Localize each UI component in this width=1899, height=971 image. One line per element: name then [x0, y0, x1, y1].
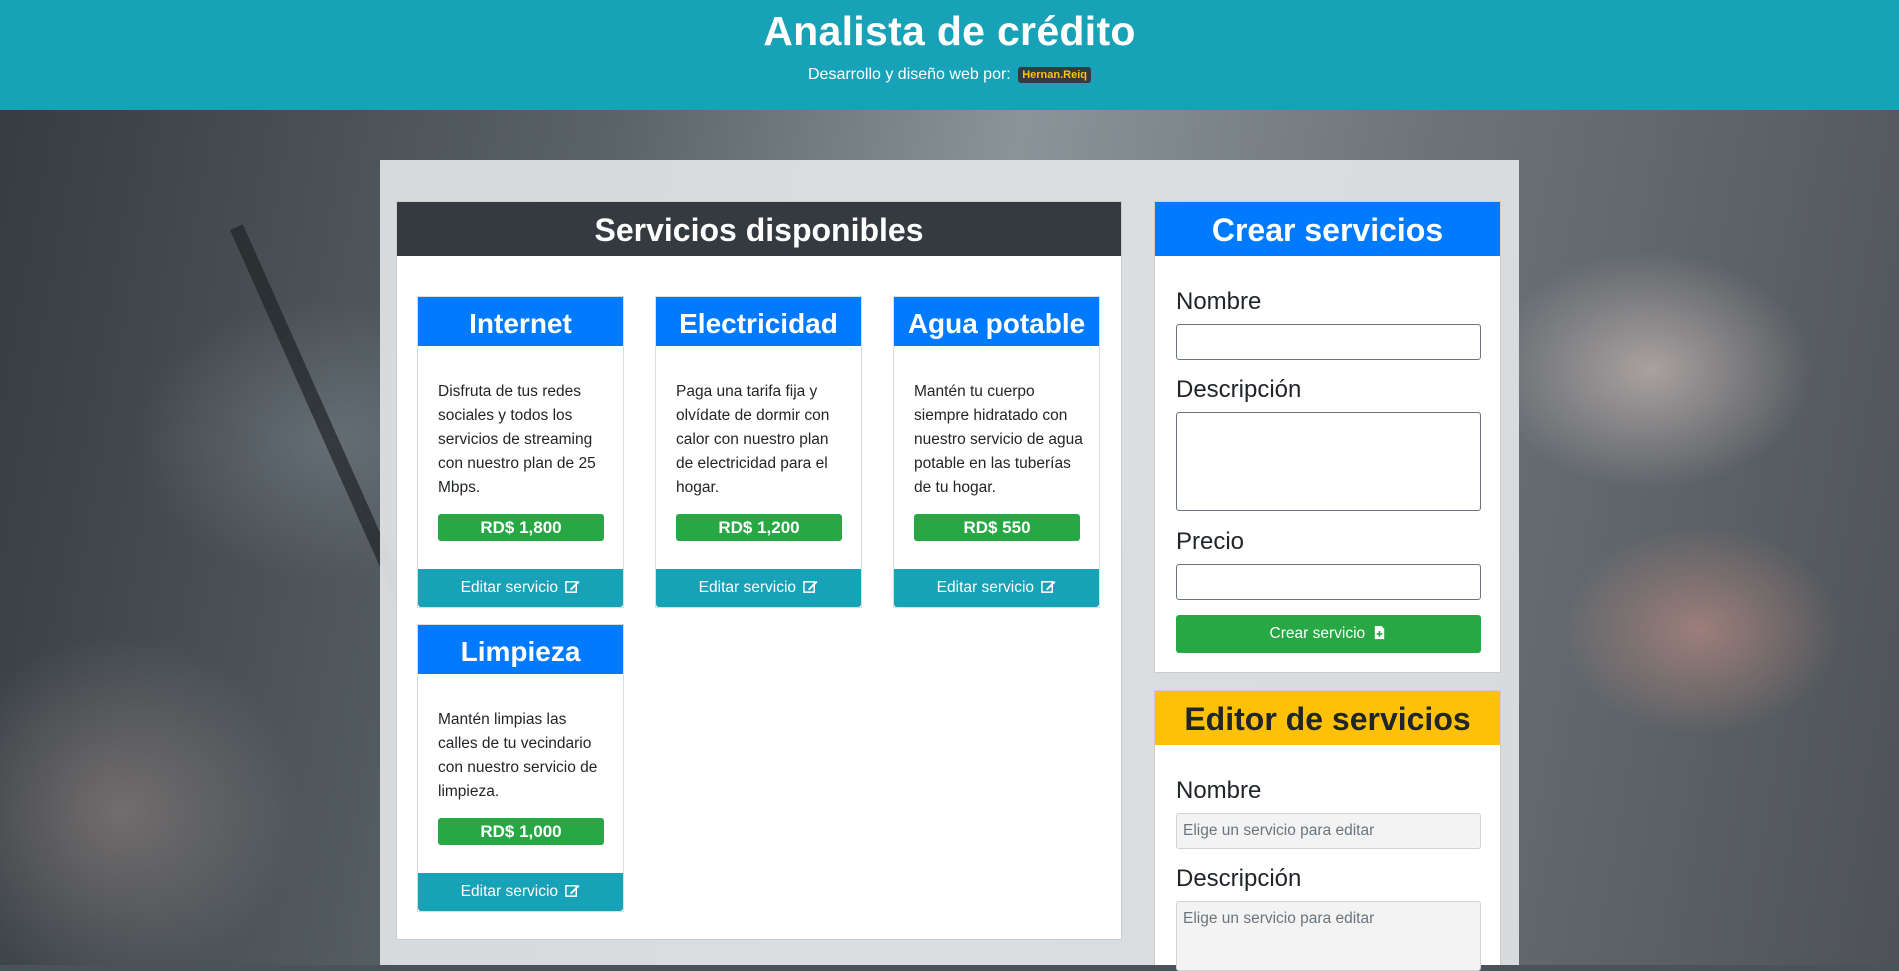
service-card-agua-potable: Agua potable Mantén tu cuerpo siempre hi…	[893, 296, 1100, 608]
credit-line: Desarrollo y diseño web por: Hernan.Reiq	[0, 66, 1899, 84]
service-description: Mantén tu cuerpo siempre hidratado con n…	[914, 383, 1083, 496]
editor-description-textarea[interactable]: Elige un servicio para editar	[1176, 901, 1481, 971]
edit-icon	[565, 580, 580, 593]
create-service-card: Crear servicios Nombre Descripción Preci…	[1154, 201, 1501, 673]
service-title: Electricidad	[656, 297, 861, 346]
editor-name-input[interactable]: Elige un servicio para editar	[1176, 813, 1481, 849]
create-service-label: Crear servicio	[1269, 625, 1366, 642]
service-description: Disfruta de tus redes sociales y todos l…	[438, 383, 596, 496]
service-title: Agua potable	[894, 297, 1099, 346]
create-service-title: Crear servicios	[1155, 202, 1500, 256]
edit-service-button[interactable]: Editar servicio	[418, 873, 623, 911]
editor-service-title: Editor de servicios	[1155, 691, 1500, 745]
service-card-internet: Internet Disfruta de tus redes sociales …	[417, 296, 624, 608]
service-price-badge: RD$ 1,000	[438, 818, 604, 845]
services-panel-title: Servicios disponibles	[397, 202, 1121, 256]
edit-service-label: Editar servicio	[698, 579, 797, 596]
description-label: Descripción	[1176, 376, 1302, 403]
name-label: Nombre	[1176, 288, 1262, 315]
edit-icon	[565, 884, 580, 897]
editor-description-label: Descripción	[1176, 865, 1302, 892]
description-textarea[interactable]	[1176, 412, 1481, 511]
edit-icon	[1041, 580, 1056, 593]
edit-service-label: Editar servicio	[936, 579, 1035, 596]
edit-service-label: Editar servicio	[460, 579, 559, 596]
service-price-badge: RD$ 1,800	[438, 514, 604, 541]
services-panel: Servicios disponibles Internet Disfruta …	[396, 201, 1122, 940]
main-container: Servicios disponibles Internet Disfruta …	[380, 160, 1519, 971]
edit-service-button[interactable]: Editar servicio	[894, 569, 1099, 607]
edit-service-label: Editar servicio	[460, 883, 559, 900]
name-input[interactable]	[1176, 324, 1481, 360]
edit-icon	[803, 580, 818, 593]
service-card-limpieza: Limpieza Mantén limpias las calles de tu…	[417, 624, 624, 912]
price-label: Precio	[1176, 528, 1245, 555]
author-badge: Hernan.Reiq	[1018, 67, 1091, 83]
editor-service-card: Editor de servicios Nombre Elige un serv…	[1154, 690, 1501, 971]
price-input[interactable]	[1176, 564, 1481, 600]
site-header: Analista de crédito Desarrollo y diseño …	[0, 0, 1899, 110]
edit-service-button[interactable]: Editar servicio	[418, 569, 623, 607]
create-service-button[interactable]: Crear servicio	[1176, 615, 1481, 653]
file-plus-icon	[1375, 625, 1385, 640]
service-description: Mantén limpias las calles de tu vecindar…	[438, 711, 598, 800]
service-title: Limpieza	[418, 625, 623, 674]
service-title: Internet	[418, 297, 623, 346]
service-card-electricidad: Electricidad Paga una tarifa fija y olví…	[655, 296, 862, 608]
credit-text: Desarrollo y diseño web por:	[807, 66, 1011, 83]
edit-service-button[interactable]: Editar servicio	[656, 569, 861, 607]
editor-name-label: Nombre	[1176, 777, 1262, 804]
page-title: Analista de crédito	[763, 8, 1136, 54]
service-description: Paga una tarifa fija y olvídate de dormi…	[676, 383, 830, 496]
service-price-badge: RD$ 1,200	[676, 514, 842, 541]
service-price-badge: RD$ 550	[914, 514, 1080, 541]
